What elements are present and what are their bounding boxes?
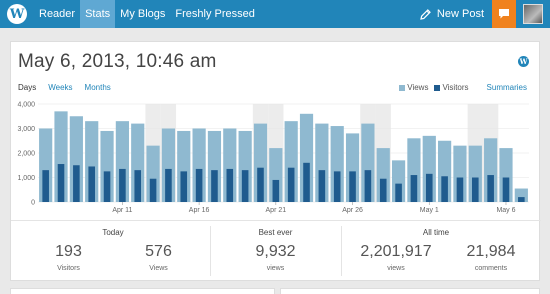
- x-tick-label: May 6: [496, 207, 515, 214]
- visitors-bar: [349, 171, 356, 202]
- speech-bubble-icon: [499, 9, 509, 19]
- wordpress-small-icon: W: [518, 56, 529, 67]
- nav-freshly-pressed[interactable]: Freshly Pressed: [170, 0, 259, 28]
- x-tick-label: Apr 21: [266, 207, 287, 214]
- x-tick-label: Apr 26: [342, 207, 363, 214]
- all-time-comments-value: 21,984: [466, 243, 516, 260]
- today-visitors-label: Visitors: [57, 265, 80, 272]
- bottom-card-right: [280, 288, 540, 294]
- best-ever-label: Best ever: [258, 228, 293, 237]
- visitors-bar: [134, 170, 142, 202]
- y-tick-label: 3,000: [17, 126, 35, 133]
- stats-card: May 6, 2013, 10:46 am W Days Weeks Month…: [10, 41, 541, 281]
- visitors-bar: [395, 183, 402, 202]
- stats-separator-1: [210, 226, 211, 276]
- stats-separator-2: [341, 226, 342, 276]
- x-tick-label: Apr 16: [189, 207, 210, 214]
- legend-views: Views: [399, 83, 428, 92]
- chart-legend: Views Visitors Summaries: [399, 83, 527, 92]
- visitors-bar: [364, 170, 372, 202]
- new-post-label: New Post: [436, 8, 484, 20]
- tab-weeks[interactable]: Weeks: [48, 83, 72, 92]
- all-time-label: All time: [422, 228, 450, 237]
- admin-bar-spacer: [260, 0, 411, 28]
- x-tick-label: Apr 11: [112, 207, 132, 214]
- visitors-bar: [211, 170, 218, 202]
- visitors-bar: [410, 175, 418, 202]
- visitors-bar: [149, 178, 157, 202]
- legend-visitors-swatch: [434, 84, 441, 91]
- visitors-bar: [165, 168, 172, 202]
- wordpress-logo-glyph: W: [7, 4, 27, 24]
- visitors-bar: [257, 167, 264, 202]
- avatar: [523, 4, 543, 24]
- visitors-bar: [57, 164, 65, 202]
- tab-months[interactable]: Months: [85, 83, 111, 92]
- visitors-bar: [103, 171, 111, 202]
- today-views-label: Views: [149, 265, 168, 272]
- visitors-bar: [73, 165, 80, 202]
- legend-visitors-label: Visitors: [442, 83, 469, 92]
- x-tick-label: May 1: [420, 207, 439, 214]
- views-visitors-chart: 0 1,000 2,000 3,000 4,000 Apr 11 Apr 16 Apr 21 A…: [17, 102, 529, 214]
- visitors-bar: [456, 177, 464, 202]
- visitors-bar: [379, 178, 387, 202]
- visitors-bar: [42, 170, 49, 202]
- visitors-bar: [119, 168, 126, 202]
- visitors-bar: [425, 173, 433, 202]
- pencil-icon: [420, 8, 431, 20]
- visitors-bar: [287, 167, 295, 202]
- bottom-card-left: [10, 288, 275, 294]
- notifications-button[interactable]: [492, 0, 516, 28]
- y-tick-label: 0: [31, 200, 35, 207]
- visitors-bar: [471, 177, 479, 202]
- visitors-bar: [318, 170, 326, 202]
- visitors-bar: [518, 197, 525, 202]
- visitors-bar: [441, 176, 448, 202]
- legend-views-label: Views: [407, 83, 429, 92]
- all-time-comments-label: comments: [474, 265, 508, 272]
- today-visitors-value: 193: [55, 243, 82, 260]
- visitors-bar: [88, 166, 96, 202]
- wordpress-logo-icon[interactable]: W: [0, 0, 34, 28]
- all-time-views-value: 2,201,917: [360, 243, 432, 260]
- visitors-bar: [333, 171, 341, 202]
- visitors-bar: [180, 171, 188, 202]
- today-label: Today: [102, 228, 124, 237]
- nav-reader[interactable]: Reader: [34, 0, 80, 28]
- page-title: May 6, 2013, 10:46 am: [18, 51, 217, 72]
- best-ever-views-value: 9,932: [255, 243, 296, 260]
- visitors-bar: [195, 168, 203, 202]
- summaries-link[interactable]: Summaries: [487, 83, 527, 92]
- period-tabs: Days Weeks Months: [18, 83, 111, 92]
- user-avatar-button[interactable]: [516, 0, 550, 28]
- y-tick-label: 1,000: [17, 175, 35, 182]
- visitors-bar: [502, 177, 510, 202]
- nav-stats[interactable]: Stats: [80, 0, 116, 28]
- y-tick-label: 4,000: [17, 102, 35, 109]
- visitors-bar: [303, 162, 310, 202]
- visitors-bar: [487, 175, 494, 202]
- legend-visitors: Visitors: [434, 83, 469, 92]
- admin-bar: W Reader Stats My Blogs Freshly Pressed …: [0, 0, 550, 28]
- visitors-bar: [241, 170, 249, 202]
- y-tick-label: 2,000: [17, 151, 35, 158]
- new-post-button[interactable]: New Post: [411, 0, 492, 28]
- stats-divider: [11, 220, 541, 221]
- visitors-bar: [272, 179, 280, 202]
- tab-days[interactable]: Days: [18, 83, 36, 92]
- all-time-views-label: views: [387, 265, 405, 272]
- legend-views-swatch: [399, 84, 406, 91]
- visitors-bar: [226, 168, 234, 202]
- best-ever-views-label: views: [266, 265, 285, 272]
- today-views-value: 576: [145, 243, 172, 260]
- nav-my-blogs[interactable]: My Blogs: [115, 0, 170, 28]
